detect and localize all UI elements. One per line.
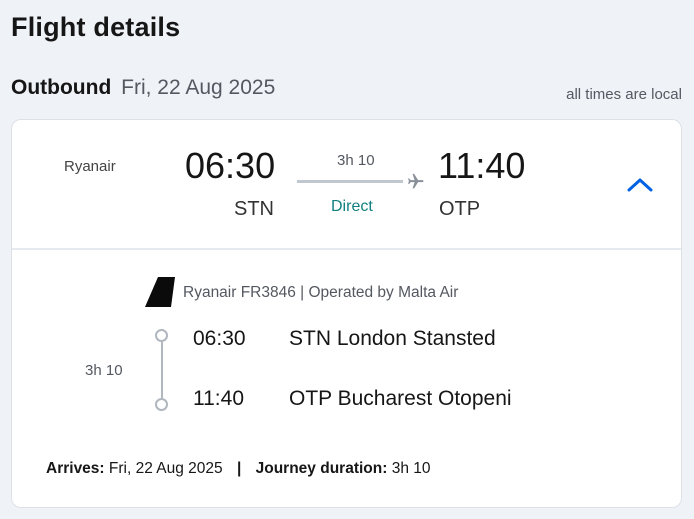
airline-name: Ryanair bbox=[64, 158, 116, 175]
carrier-info: Ryanair FR3846 | Operated by Malta Air bbox=[183, 284, 459, 301]
leg-date: Fri, 22 Aug 2025 bbox=[121, 76, 276, 99]
plane-icon bbox=[408, 173, 424, 189]
departure-dot bbox=[155, 329, 168, 342]
segment-departure-time: 06:30 bbox=[193, 327, 246, 350]
segment-arrival-time: 11:40 bbox=[193, 387, 244, 410]
departure-code: STN bbox=[234, 198, 274, 220]
segment-duration: 3h 10 bbox=[85, 362, 123, 379]
airline-tail-icon bbox=[145, 277, 175, 307]
times-note: all times are local bbox=[566, 86, 682, 103]
journey-duration-label: Journey duration: bbox=[255, 460, 388, 477]
arrival-code: OTP bbox=[439, 198, 481, 220]
flight-detail: Ryanair FR3846 | Operated by Malta Air 3… bbox=[12, 252, 681, 507]
chevron-up-icon[interactable] bbox=[624, 172, 656, 196]
page-title: Flight details bbox=[11, 12, 181, 42]
segment-departure-place: STN London Stansted bbox=[289, 327, 496, 350]
journey-footer: Arrives: Fri, 22 Aug 2025 | Journey dura… bbox=[46, 460, 431, 478]
departure-time: 06:30 bbox=[185, 145, 276, 186]
route-line bbox=[297, 180, 403, 183]
journey-duration-value: 3h 10 bbox=[391, 460, 431, 477]
flight-duration: 3h 10 bbox=[337, 152, 375, 169]
flight-summary[interactable]: Ryanair 06:30 STN 3h 10 Direct 11:40 OTP bbox=[12, 120, 681, 250]
leg-heading: Outbound Fri, 22 Aug 2025 bbox=[11, 76, 275, 100]
flight-card: Ryanair 06:30 STN 3h 10 Direct 11:40 OTP… bbox=[11, 119, 682, 508]
footer-separator: | bbox=[236, 460, 242, 477]
arrival-dot bbox=[155, 398, 168, 411]
arrives-label: Arrives: bbox=[46, 460, 105, 477]
stops-label: Direct bbox=[331, 198, 373, 215]
segment-arrival-place: OTP Bucharest Otopeni bbox=[289, 387, 512, 410]
arrival-time: 11:40 bbox=[438, 145, 526, 186]
leg-label: Outbound bbox=[11, 76, 112, 99]
timeline-line bbox=[160, 342, 163, 398]
arrives-value: Fri, 22 Aug 2025 bbox=[108, 460, 223, 477]
